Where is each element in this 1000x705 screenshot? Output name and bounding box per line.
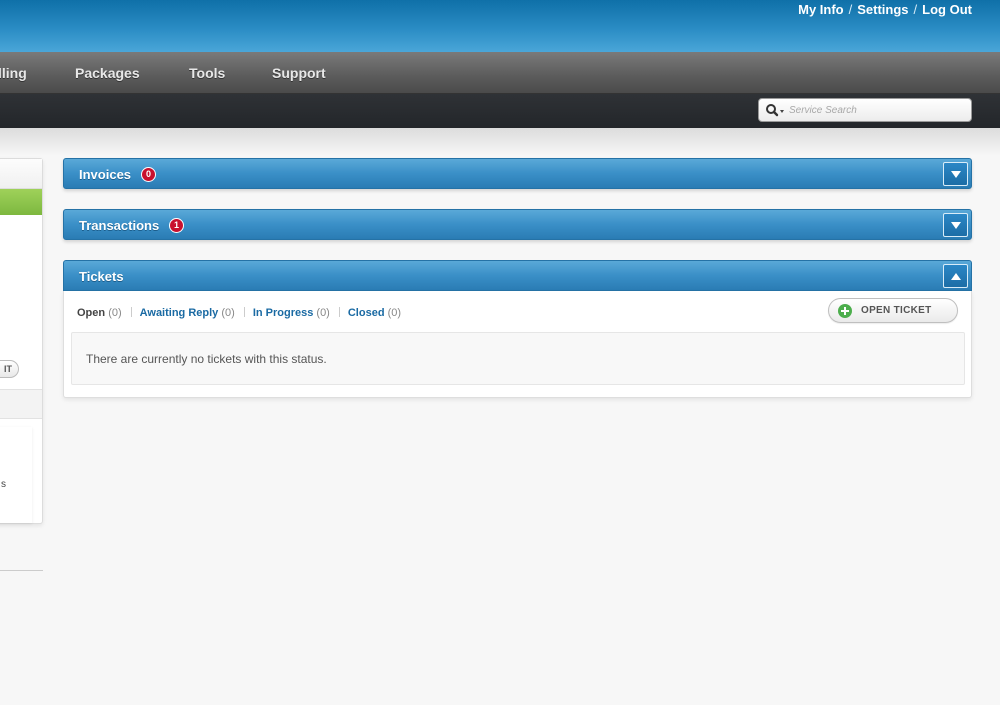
invoices-widget: Invoices 0 bbox=[63, 158, 972, 189]
nav-billing[interactable]: lling bbox=[0, 65, 27, 81]
invoices-title: Invoices bbox=[79, 167, 132, 182]
chevron-down-icon bbox=[951, 222, 961, 229]
tab-count: (0) bbox=[108, 307, 122, 319]
sidebar-inner-panel bbox=[0, 427, 32, 523]
tab-label: Awaiting Reply bbox=[139, 307, 219, 319]
nav-packages[interactable]: Packages bbox=[75, 65, 140, 81]
transactions-count-badge: 1 bbox=[169, 218, 184, 233]
open-ticket-label: OPEN TICKET bbox=[861, 305, 932, 316]
settings-link[interactable]: Settings bbox=[857, 2, 908, 17]
tab-label: In Progress bbox=[252, 307, 314, 319]
search-icon[interactable] bbox=[765, 102, 787, 118]
service-search bbox=[758, 98, 972, 122]
tab-open[interactable]: Open (0) bbox=[77, 307, 122, 319]
sidebar-text-fragment: s bbox=[1, 479, 6, 490]
service-search-input[interactable] bbox=[789, 102, 967, 118]
sub-nav-bar bbox=[0, 94, 1000, 128]
link-separator: / bbox=[848, 2, 853, 17]
transactions-header[interactable]: Transactions 1 bbox=[63, 209, 972, 240]
tickets-body: Open (0) Awaiting Reply (0) In Progress (0… bbox=[63, 291, 972, 398]
expand-toggle-button[interactable] bbox=[943, 162, 968, 186]
account-links: My Info / Settings / Log Out bbox=[798, 2, 972, 17]
tab-awaiting-reply[interactable]: Awaiting Reply (0) bbox=[140, 307, 235, 319]
expand-toggle-button[interactable] bbox=[943, 213, 968, 237]
header-shadow bbox=[0, 128, 1000, 156]
plus-icon bbox=[838, 304, 852, 318]
nav-tools[interactable]: Tools bbox=[189, 65, 225, 81]
chevron-up-icon bbox=[951, 273, 961, 280]
tab-count: (0) bbox=[316, 307, 330, 319]
tab-in-progress[interactable]: In Progress (0) bbox=[253, 307, 330, 319]
tickets-empty-state: There are currently no tickets with this… bbox=[71, 332, 965, 385]
sidebar-active-item[interactable] bbox=[0, 189, 42, 215]
nav-support[interactable]: Support bbox=[272, 65, 326, 81]
chevron-down-icon bbox=[951, 171, 961, 178]
tickets-header[interactable]: Tickets bbox=[63, 260, 972, 291]
tab-count: (0) bbox=[387, 307, 402, 319]
main-nav: lling Packages Tools Support bbox=[0, 52, 1000, 94]
tab-divider bbox=[130, 307, 132, 317]
sidebar-header bbox=[0, 159, 42, 189]
top-banner: My Info / Settings / Log Out bbox=[0, 0, 1000, 52]
ticket-status-tabs: Open (0) Awaiting Reply (0) In Progress (0… bbox=[77, 307, 401, 319]
tab-count: (0) bbox=[221, 307, 235, 319]
link-separator: / bbox=[913, 2, 918, 17]
transactions-widget: Transactions 1 bbox=[63, 209, 972, 240]
tab-closed[interactable]: Closed (0) bbox=[348, 307, 401, 319]
empty-message: There are currently no tickets with this… bbox=[86, 352, 327, 366]
tickets-widget: Tickets Open (0) Awaiting Reply (0) In Pro… bbox=[63, 260, 972, 398]
transactions-title: Transactions bbox=[79, 218, 160, 233]
sidebar-button[interactable]: IT bbox=[0, 360, 19, 378]
tab-divider bbox=[338, 307, 340, 317]
tab-divider bbox=[243, 307, 245, 317]
collapse-toggle-button[interactable] bbox=[943, 264, 968, 288]
sidebar-strip bbox=[0, 389, 42, 419]
invoices-count-badge: 0 bbox=[141, 167, 156, 182]
tab-label: Closed bbox=[347, 307, 385, 319]
sidebar-divider bbox=[0, 570, 43, 571]
invoices-header[interactable]: Invoices 0 bbox=[63, 158, 972, 189]
tickets-title: Tickets bbox=[79, 269, 124, 284]
my-info-link[interactable]: My Info bbox=[798, 2, 844, 17]
sidebar-panel: IT s bbox=[0, 158, 43, 524]
tab-label: Open bbox=[77, 307, 106, 319]
log-out-link[interactable]: Log Out bbox=[922, 2, 972, 17]
open-ticket-button[interactable]: OPEN TICKET bbox=[828, 298, 958, 323]
